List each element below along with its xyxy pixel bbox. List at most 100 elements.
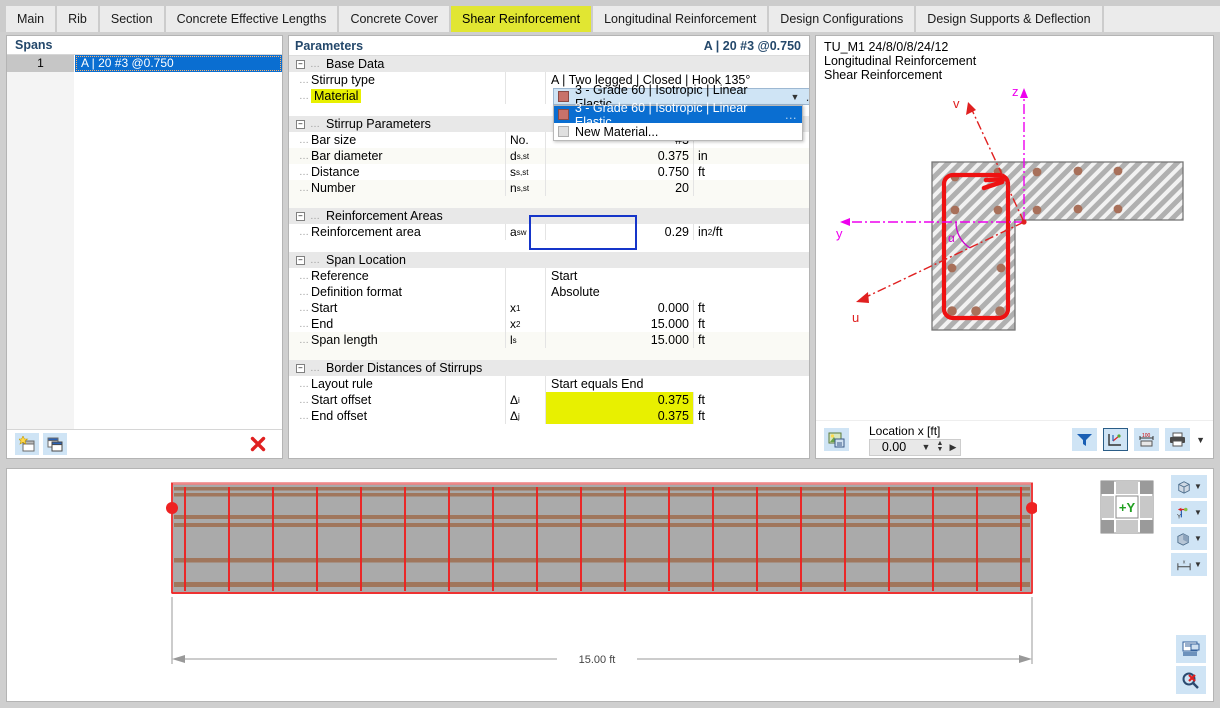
row-symbol: Δj <box>505 408 545 424</box>
new-span-button[interactable] <box>15 433 39 455</box>
chevron-down-icon[interactable]: ▼ <box>1194 482 1202 491</box>
row-symbol: x2 <box>505 316 545 332</box>
group-header-border-distances[interactable]: – … Border Distances of Stirrups <box>289 360 809 376</box>
chevron-down-icon[interactable]: ▼ <box>1194 508 1202 517</box>
tab-design-supports-deflection[interactable]: Design Supports & Deflection <box>916 6 1102 32</box>
copy-span-button[interactable] <box>43 433 67 455</box>
collapse-icon[interactable]: – <box>296 255 305 265</box>
row-unit: ft <box>693 408 809 424</box>
row-symbol <box>505 72 545 88</box>
axis-system-button[interactable]: Y ▼ <box>1171 501 1207 524</box>
span-row-label[interactable]: A | 20 #3 @0.750 <box>75 55 282 72</box>
application-window: Main Rib Section Concrete Effective Leng… <box>0 0 1220 708</box>
material-ellipsis-button[interactable]: … <box>804 90 809 104</box>
filter-button[interactable] <box>1072 428 1098 451</box>
row-end[interactable]: … End x2 15.000 ft <box>289 316 809 332</box>
dropdown-option-ellipsis[interactable]: … <box>785 108 799 122</box>
row-value[interactable]: 20 <box>545 180 693 196</box>
tree-connector: … <box>299 378 309 390</box>
location-value[interactable]: 0.00 <box>870 440 918 454</box>
row-unit: ft <box>693 316 809 332</box>
span-row[interactable]: 1 A | 20 #3 @0.750 <box>7 55 282 72</box>
row-end-offset[interactable]: … End offset Δj 0.375 ft <box>289 408 809 424</box>
tab-concrete-cover[interactable]: Concrete Cover <box>339 6 449 32</box>
chevron-down-icon[interactable]: ▼ <box>1194 534 1202 543</box>
axes-display-button[interactable] <box>1103 428 1129 451</box>
row-value[interactable]: Start equals End <box>545 376 809 392</box>
chevron-down-icon[interactable]: ▼ <box>918 442 934 452</box>
elevation-view-buttons: ▼ Y ▼ ▼ x ▼ <box>1171 475 1207 576</box>
play-next-icon[interactable]: ▶ <box>946 442 960 453</box>
tab-section[interactable]: Section <box>99 6 164 32</box>
row-unit: in 2/ft <box>693 224 809 240</box>
tree-connector: … <box>299 270 309 282</box>
spans-panel-title: Spans <box>7 36 282 55</box>
tab-design-configurations[interactable]: Design Configurations <box>769 6 915 32</box>
tab-concrete-effective-lengths[interactable]: Concrete Effective Lengths <box>165 6 338 32</box>
row-unit: ft <box>693 164 809 180</box>
row-label: End <box>311 317 334 331</box>
spans-list[interactable]: 1 A | 20 #3 @0.750 <box>7 55 282 429</box>
tab-main[interactable]: Main <box>6 6 56 32</box>
dimension-style-button[interactable]: x ▼ <box>1171 553 1207 576</box>
row-label: Start <box>311 301 338 315</box>
section-title-line-3: Shear Reinforcement <box>824 68 943 82</box>
row-value[interactable]: Start <box>545 268 809 284</box>
print-dropdown-arrow[interactable]: ▼ <box>1196 435 1205 445</box>
row-label: Definition format <box>311 285 403 299</box>
row-label: Start offset <box>311 393 372 407</box>
row-value[interactable]: 0.375 <box>545 148 693 164</box>
row-value[interactable]: 15.000 <box>545 316 693 332</box>
section-drawing-canvas[interactable]: z y v u α <box>816 82 1213 420</box>
collapse-icon[interactable]: – <box>296 119 305 129</box>
chevron-down-icon[interactable]: ▼ <box>1194 560 1202 569</box>
delete-span-button[interactable] <box>246 433 270 455</box>
row-value[interactable]: Absolute <box>545 284 809 300</box>
group-header-span-location[interactable]: – … Span Location <box>289 252 809 268</box>
row-start-offset[interactable]: … Start offset Δi 0.375 ft <box>289 392 809 408</box>
row-distance[interactable]: … Distance s s,st 0.750 ft <box>289 164 809 180</box>
status-strip <box>0 702 1220 708</box>
render-mode-button[interactable]: ▼ <box>1171 475 1207 498</box>
spinner-arrows[interactable]: ▲ ▼ <box>934 440 946 453</box>
collapse-icon[interactable]: – <box>296 363 305 373</box>
view-orientation-widget[interactable]: +Y <box>1099 479 1155 535</box>
row-value[interactable]: 0.375 <box>545 408 693 424</box>
dimensions-button[interactable]: 100 <box>1134 428 1160 451</box>
row-reinforcement-area[interactable]: … Reinforcement area a sw 0.29 in 2/ft <box>289 224 809 240</box>
collapse-icon[interactable]: – <box>296 211 305 221</box>
group-header-reinforcement-areas[interactable]: – … Reinforcement Areas <box>289 208 809 224</box>
elevation-svg: 15.00 ft <box>166 482 1037 666</box>
dropdown-option-grade-60[interactable]: 3 - Grade 60 | Isotropic | Linear Elasti… <box>554 101 802 129</box>
collapse-icon[interactable]: – <box>296 59 305 69</box>
row-number[interactable]: … Number n s,st 20 <box>289 180 809 196</box>
location-spinner[interactable]: 0.00 ▼ ▲ ▼ ▶ <box>869 438 961 456</box>
material-dropdown-list[interactable]: 3 - Grade 60 | Isotropic | Linear Elasti… <box>553 101 803 141</box>
print-preview-button[interactable] <box>1176 635 1206 663</box>
row-bar-diameter[interactable]: … Bar diameter d s,st 0.375 in <box>289 148 809 164</box>
row-reference[interactable]: … Reference Start <box>289 268 809 284</box>
tab-shear-reinforcement[interactable]: Shear Reinforcement <box>450 6 592 32</box>
image-export-button[interactable] <box>824 428 849 451</box>
parameters-grid: – … Base Data … Stirrup type A | Two legg… <box>289 56 809 458</box>
new-material-swatch <box>558 126 569 137</box>
elevation-view-panel[interactable]: 15.00 ft +Y ▼ Y ▼ ▼ x ▼ <box>6 468 1214 702</box>
row-value[interactable]: 0.750 <box>545 164 693 180</box>
row-value[interactable]: 0.000 <box>545 300 693 316</box>
row-start[interactable]: … Start x1 0.000 ft <box>289 300 809 316</box>
print-button[interactable] <box>1165 428 1191 451</box>
row-symbol <box>505 284 545 300</box>
tab-longitudinal-reinforcement[interactable]: Longitudinal Reinforcement <box>593 6 768 32</box>
group-header-base-data[interactable]: – … Base Data <box>289 56 809 72</box>
row-layout-rule[interactable]: … Layout rule Start equals End <box>289 376 809 392</box>
section-svg: z y v u α <box>836 84 1184 331</box>
zoom-reset-button[interactable] <box>1176 666 1206 694</box>
row-definition-format[interactable]: … Definition format Absolute <box>289 284 809 300</box>
section-title-line-2: Longitudinal Reinforcement <box>824 54 977 68</box>
chevron-down-icon[interactable]: ▼ <box>786 92 804 102</box>
tree-connector: … <box>299 134 309 146</box>
shading-button[interactable]: ▼ <box>1171 527 1207 550</box>
row-symbol: ls <box>505 332 545 348</box>
row-value[interactable]: 0.375 <box>545 392 693 408</box>
tab-rib[interactable]: Rib <box>57 6 98 32</box>
